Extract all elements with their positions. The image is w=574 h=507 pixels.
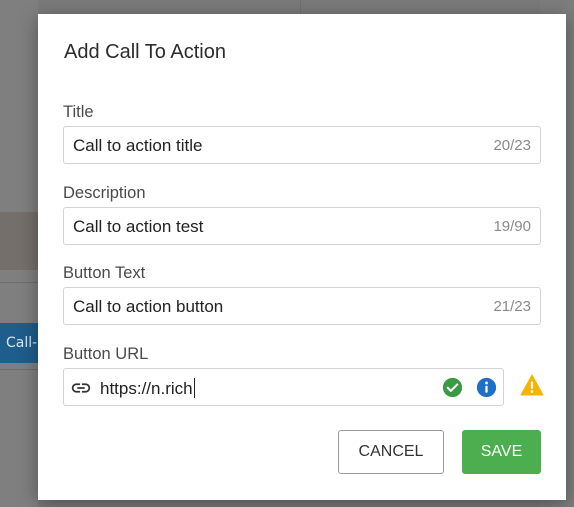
info-icon[interactable] xyxy=(476,377,497,398)
button-text-field[interactable]: Call to action button 21/23 xyxy=(63,287,541,325)
title-label: Title xyxy=(63,103,94,121)
description-counter: 19/90 xyxy=(493,218,531,235)
button-text-value: Call to action button xyxy=(73,297,224,316)
background-chip: Call- xyxy=(0,323,38,363)
title-counter: 20/23 xyxy=(493,137,531,154)
button-url-value: https://n.rich xyxy=(100,378,195,398)
title-field[interactable]: Call to action title 20/23 xyxy=(63,126,541,164)
background-divider xyxy=(0,369,38,370)
cancel-button[interactable]: CANCEL xyxy=(338,430,444,474)
title-value: Call to action title xyxy=(73,136,203,155)
description-label: Description xyxy=(63,184,146,202)
button-url-label: Button URL xyxy=(63,345,149,363)
description-field[interactable]: Call to action test 19/90 xyxy=(63,207,541,245)
background-band xyxy=(0,212,38,270)
check-circle-icon xyxy=(442,377,463,398)
description-value: Call to action test xyxy=(73,217,204,236)
background-divider xyxy=(0,282,38,283)
button-text-counter: 21/23 xyxy=(493,298,531,315)
background-divider xyxy=(300,0,301,14)
button-text-label: Button Text xyxy=(63,264,146,282)
dialog-title: Add Call To Action xyxy=(64,41,226,63)
link-icon xyxy=(71,383,91,393)
add-call-to-action-dialog: Add Call To Action Title Call to action … xyxy=(38,14,566,500)
button-url-field[interactable]: https://n.rich xyxy=(63,368,504,406)
save-button[interactable]: SAVE xyxy=(462,430,541,474)
warning-icon xyxy=(520,374,544,396)
